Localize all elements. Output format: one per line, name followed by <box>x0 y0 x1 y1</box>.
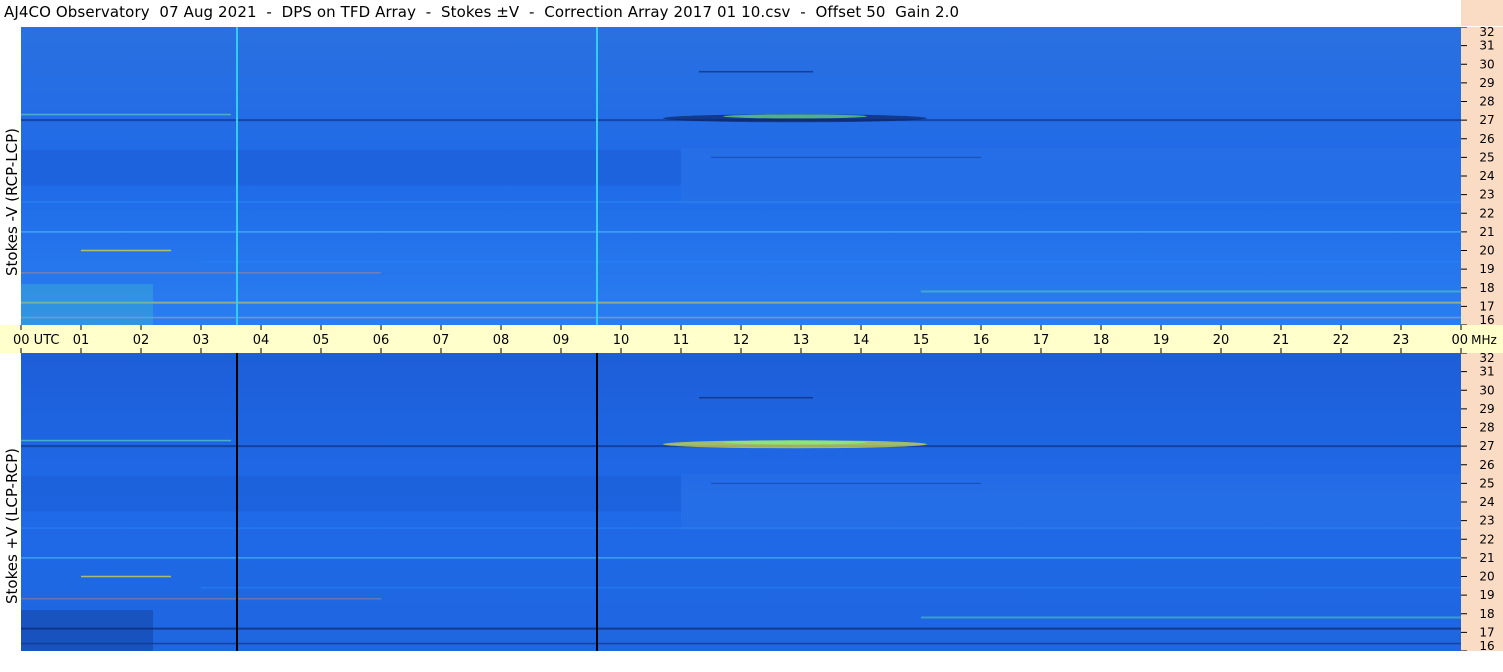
interference-streak <box>21 113 231 116</box>
frequency-scale-bottom: 1617 18 19 20 21 22 23 24 25 26 27 28 29 30 3132 <box>1461 353 1503 651</box>
time-axis: 00 UTC 01 02 03 04 05 06 07 08 09 10 11 12 13 14 15 16 17… <box>0 325 1503 353</box>
interference-streak <box>711 482 981 484</box>
freq-tick-label: 22 <box>1479 532 1494 546</box>
freq-tick-label: 17 <box>1479 625 1494 639</box>
freq-tick-label: 27 <box>1479 439 1494 453</box>
freq-tick-label: 28 <box>1479 421 1494 435</box>
bottom-panel-ylabel: Stokes +V (LCP-RCP) <box>3 448 21 604</box>
time-tick-label: 20 <box>1213 333 1230 348</box>
freq-tick-label: 16 <box>1479 639 1494 651</box>
band-tone <box>681 474 1461 530</box>
top-panel-ylabel: Stokes -V (RCP-LCP) <box>3 128 21 276</box>
interference-streak <box>699 396 813 399</box>
time-tick-label: 08 <box>493 333 510 348</box>
freq-tick-label: 16 <box>1479 313 1494 325</box>
time-tick-label: 00 <box>1451 333 1468 348</box>
time-tick-label: 09 <box>553 333 570 348</box>
freq-tick-label: 21 <box>1479 551 1494 565</box>
band-tone <box>21 149 681 186</box>
time-tick-label: 07 <box>433 333 450 348</box>
interference-streak <box>921 290 1461 293</box>
time-tick-label: 22 <box>1333 333 1350 348</box>
spectrogram-bottom <box>21 353 1461 651</box>
time-tick-label: 17 <box>1033 333 1050 348</box>
time-tick-label: 12 <box>733 333 750 348</box>
interference-streak <box>201 586 1461 589</box>
time-tick-label: 04 <box>253 333 270 348</box>
interference-streak <box>81 249 171 252</box>
freq-tick-label: 25 <box>1479 476 1494 490</box>
time-tick-label: 02 <box>133 333 150 348</box>
time-tick-label: 03 <box>193 333 210 348</box>
freq-tick-label: 21 <box>1479 225 1494 239</box>
freq-tick-label: 29 <box>1479 402 1494 416</box>
interference-streak <box>21 598 381 600</box>
noise-region <box>21 610 153 651</box>
time-tick-label: 11 <box>673 333 690 348</box>
chart-title: AJ4CO Observatory 07 Aug 2021 - DPS on T… <box>4 3 960 21</box>
time-tick-label: 16 <box>973 333 990 348</box>
freq-tick-label: 24 <box>1479 169 1494 183</box>
interference-streak <box>699 70 813 73</box>
freq-tick-label: 20 <box>1479 244 1494 258</box>
freq-tick-label: 31 <box>1479 39 1494 53</box>
spectrogram-top <box>21 27 1461 325</box>
emission-feature <box>723 440 867 445</box>
freq-tick-label: 32 <box>1479 353 1494 365</box>
time-tick-label: 10 <box>613 333 630 348</box>
time-tick-label: 19 <box>1153 333 1170 348</box>
time-tick-label: 15 <box>913 333 930 348</box>
interference-streak <box>21 439 231 442</box>
interference-streak <box>21 272 381 274</box>
time-tick-label: 13 <box>793 333 810 348</box>
band-tone <box>21 475 681 512</box>
freq-tick-label: 19 <box>1479 588 1494 602</box>
interference-streak <box>81 575 171 578</box>
interference-streak <box>711 156 981 158</box>
freq-tick-label: 27 <box>1479 113 1494 127</box>
freq-tick-label: 23 <box>1479 188 1494 202</box>
freq-tick-label: 20 <box>1479 570 1494 584</box>
freq-tick-label: 17 <box>1479 299 1494 313</box>
time-tick-label: 01 <box>73 333 90 348</box>
interference-streak <box>921 616 1461 619</box>
time-tick-label: 05 <box>313 333 330 348</box>
noise-region <box>21 284 153 325</box>
freq-tick-label: 29 <box>1479 76 1494 90</box>
time-tick-label: 21 <box>1273 333 1290 348</box>
freq-tick-label: 31 <box>1479 365 1494 379</box>
freq-tick-label: 22 <box>1479 206 1494 220</box>
freq-tick-label: 26 <box>1479 458 1494 472</box>
freq-tick-label: 23 <box>1479 514 1494 528</box>
freq-tick-label: 26 <box>1479 132 1494 146</box>
freq-tick-label: 28 <box>1479 95 1494 109</box>
time-tick-label: 00 UTC <box>13 333 59 348</box>
freq-unit-label: MHz <box>1471 333 1497 347</box>
freq-tick-label: 18 <box>1479 607 1494 621</box>
time-tick-label: 14 <box>853 333 870 348</box>
freq-tick-label: 24 <box>1479 495 1494 509</box>
frequency-scale-top: 1617 18 19 20 21 22 23 24 25 26 27 28 29 30 3132 <box>1461 27 1503 325</box>
emission-feature <box>723 114 867 119</box>
freq-tick-label: 19 <box>1479 262 1494 276</box>
time-tick-label: 23 <box>1393 333 1410 348</box>
interference-streak <box>201 260 1461 263</box>
time-tick-label: 06 <box>373 333 390 348</box>
freq-tick-label: 30 <box>1479 383 1494 397</box>
freq-tick-label: 30 <box>1479 57 1494 71</box>
freq-tick-label: 25 <box>1479 150 1494 164</box>
corner-band <box>1461 0 1503 26</box>
freq-tick-label: 32 <box>1479 27 1494 39</box>
band-tone <box>681 148 1461 204</box>
time-tick-label: 18 <box>1093 333 1110 348</box>
freq-tick-label: 18 <box>1479 281 1494 295</box>
